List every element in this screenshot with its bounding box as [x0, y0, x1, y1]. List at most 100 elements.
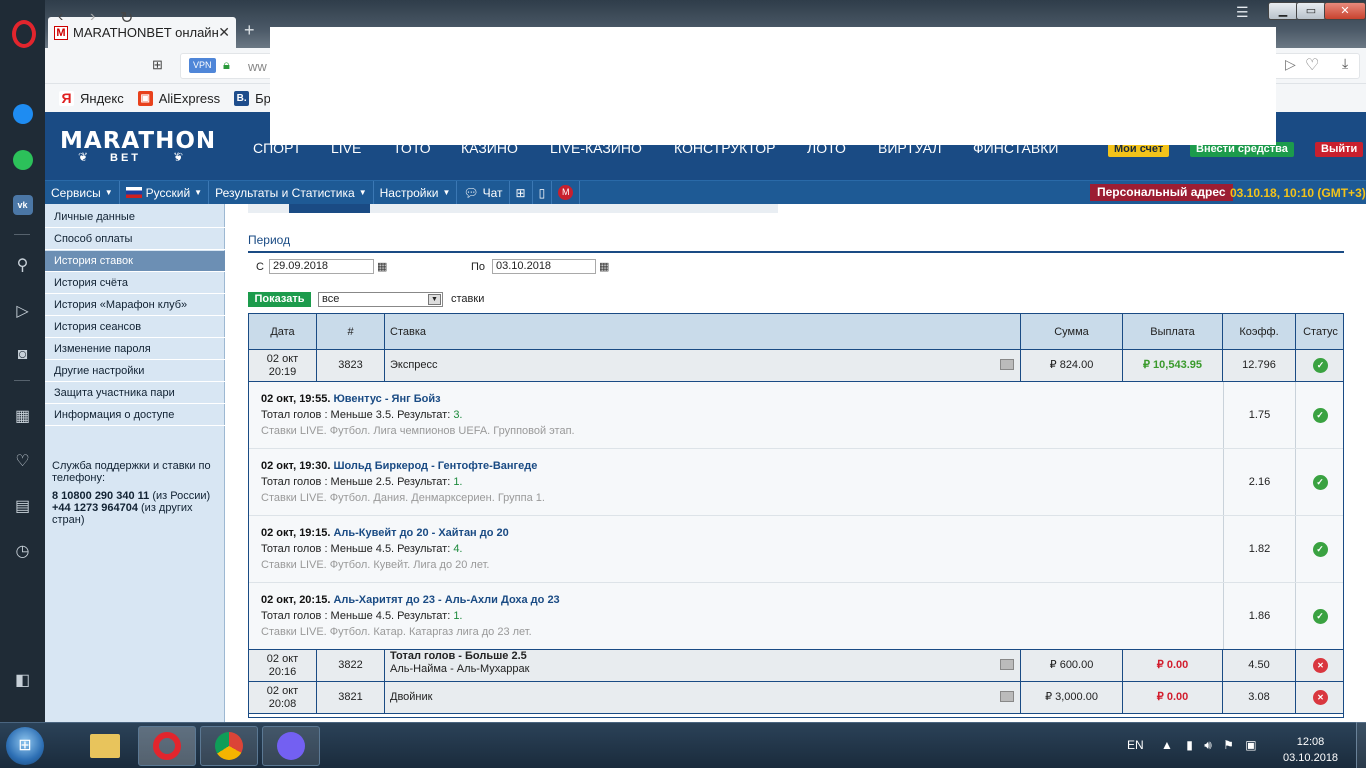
new-tab-icon[interactable]: +: [244, 20, 255, 41]
tab-menu-icon[interactable]: ☰: [1236, 4, 1249, 21]
monitor-icon[interactable]: [1000, 358, 1014, 370]
laurel-icon: ❦: [78, 150, 89, 164]
maximize-button[interactable]: ▭: [1296, 2, 1326, 20]
reload-icon[interactable]: ↻: [120, 8, 133, 28]
bookmark-heart-icon[interactable]: ♡: [1305, 55, 1319, 75]
close-window-button[interactable]: ✕: [1324, 2, 1366, 20]
settings-menu[interactable]: Настройки ▼: [374, 180, 458, 205]
sidebar-divider: [14, 380, 30, 381]
col-number: #: [317, 314, 385, 350]
menu-marathon-club-history[interactable]: История «Марафон клуб»: [45, 295, 225, 316]
show-desktop-button[interactable]: [1356, 722, 1366, 768]
tabs-grid-icon[interactable]: ⊞: [152, 57, 163, 73]
taskbar-clock[interactable]: 12:08 03.10.2018: [1283, 734, 1338, 766]
marathon-m-icon: M: [558, 185, 574, 200]
browser-tab[interactable]: M MARATHONBET онлайн б ✕: [48, 17, 236, 48]
menu-access-info[interactable]: Информация о доступе: [45, 405, 225, 426]
opera-logo-icon[interactable]: [12, 20, 36, 48]
network-icon[interactable]: ▮: [1186, 738, 1193, 752]
col-payout: Выплата: [1123, 314, 1223, 350]
support-info: Служба поддержки и ставки по телефону: 8…: [52, 460, 211, 526]
speed-dial-icon[interactable]: ▦: [0, 398, 45, 434]
to-label: По: [471, 261, 486, 273]
from-date-input[interactable]: 29.09.2018: [269, 259, 374, 274]
volume-icon[interactable]: 🔊︎: [1204, 738, 1212, 752]
minimize-button[interactable]: ▁: [1268, 2, 1298, 20]
select-suffix: ставки: [451, 293, 485, 305]
services-menu[interactable]: Сервисы ▼: [45, 180, 120, 205]
table-row[interactable]: 02 окт 20:16 3822 Тотал голов - Больше 2.…: [249, 650, 1343, 682]
marathon-favicon: M: [54, 25, 68, 40]
won-status-icon: ✓: [1313, 358, 1328, 373]
chrome-taskbar-button[interactable]: [200, 726, 258, 766]
menu-other-settings[interactable]: Другие настройки: [45, 361, 225, 382]
marathon-app-button[interactable]: M: [552, 180, 581, 205]
russia-flag-icon: [125, 187, 142, 198]
menu-session-history[interactable]: История сеансов: [45, 317, 225, 338]
opera-icon: [153, 732, 181, 760]
news-icon[interactable]: ▤: [0, 488, 45, 524]
language-menu[interactable]: Русский ▼: [120, 180, 210, 205]
chevron-down-icon: ▼: [358, 188, 367, 197]
menu-change-password[interactable]: Изменение пароля: [45, 339, 225, 360]
heart-icon[interactable]: ♡: [0, 443, 45, 479]
menu-payment-method[interactable]: Способ оплаты: [45, 229, 225, 250]
history-tab-active[interactable]: [289, 204, 370, 213]
logo-bet[interactable]: BET: [110, 152, 141, 164]
lock-icon[interactable]: 🔒︎: [223, 57, 230, 73]
bets-table: Дата # Ставка Сумма Выплата Коэфф. Стату…: [248, 313, 1344, 718]
messenger-icon[interactable]: [0, 96, 45, 132]
mobile-app-button[interactable]: ▯: [533, 180, 553, 205]
download-icon[interactable]: ⤓: [1342, 55, 1348, 72]
mobile-icon: ▯: [538, 185, 546, 200]
opera-taskbar-button[interactable]: [138, 726, 196, 766]
camera-icon[interactable]: ◙: [0, 337, 45, 373]
vpn-badge[interactable]: VPN: [189, 58, 216, 73]
explorer-taskbar-button[interactable]: [76, 726, 134, 766]
url-text[interactable]: ww: [248, 59, 267, 74]
power-icon[interactable]: ▣: [1245, 738, 1256, 752]
bookmark-yandex[interactable]: Я Яндекс: [59, 90, 124, 106]
booking-icon: B.: [234, 90, 250, 106]
send-page-icon[interactable]: ▷: [1285, 56, 1296, 73]
table-row[interactable]: 02 окт 20:08 3821 Двойник ₽ 3,000.00 ₽ 0.…: [249, 682, 1343, 714]
monitor-icon[interactable]: [1000, 690, 1014, 702]
menu-bettor-protection[interactable]: Защита участника пари: [45, 383, 225, 404]
close-tab-icon[interactable]: ✕: [218, 24, 230, 41]
start-button[interactable]: ⊞: [6, 727, 44, 765]
search-icon[interactable]: ⚲: [0, 247, 45, 283]
table-row[interactable]: 02 окт 20:19 3823 Экспресс ₽ 824.00 ₽ 10,…: [249, 350, 1343, 382]
logout-button[interactable]: Выйти: [1315, 142, 1364, 157]
won-status-icon: ✓: [1312, 608, 1328, 624]
back-icon[interactable]: ‹: [58, 8, 63, 26]
viber-icon: [277, 732, 305, 760]
viber-taskbar-button[interactable]: [262, 726, 320, 766]
to-date-input[interactable]: 03.10.2018: [492, 259, 596, 274]
language-indicator[interactable]: EN: [1127, 738, 1144, 752]
whatsapp-icon[interactable]: [0, 142, 45, 178]
history-icon[interactable]: ◷: [0, 533, 45, 569]
menu-personal-data[interactable]: Личные данные: [45, 207, 225, 228]
col-status: Статус: [1296, 314, 1343, 350]
bet-type-select[interactable]: все: [318, 292, 443, 307]
results-menu[interactable]: Результаты и Статистика ▼: [209, 180, 374, 205]
windows-app-button[interactable]: ⊞: [510, 180, 533, 205]
calendar-icon[interactable]: ▦: [599, 260, 609, 273]
flag-alert-icon[interactable]: ⚑: [1223, 738, 1234, 752]
menu-bet-history[interactable]: История ставок: [45, 251, 225, 272]
calendar-icon[interactable]: ▦: [377, 260, 387, 273]
show-button[interactable]: Показать: [248, 292, 311, 307]
send-icon[interactable]: ▷: [0, 293, 45, 329]
chevron-down-icon[interactable]: ▼: [428, 294, 441, 305]
bookmark-aliexpress[interactable]: ▣ AliExpress: [137, 90, 220, 106]
forward-icon[interactable]: ›: [90, 8, 95, 26]
monitor-icon[interactable]: [1000, 658, 1014, 670]
sidebar-toggle-icon[interactable]: ◧: [0, 662, 45, 698]
chevron-down-icon: ▼: [104, 188, 113, 197]
show-hidden-icons-icon[interactable]: ▲: [1161, 738, 1173, 752]
col-coef: Коэфф.: [1223, 314, 1296, 350]
chat-button[interactable]: 💬︎ Чат: [457, 180, 510, 205]
menu-account-history[interactable]: История счёта: [45, 273, 225, 294]
personal-address-button[interactable]: Персональный адрес: [1090, 184, 1233, 201]
vk-icon[interactable]: vk: [0, 187, 45, 223]
